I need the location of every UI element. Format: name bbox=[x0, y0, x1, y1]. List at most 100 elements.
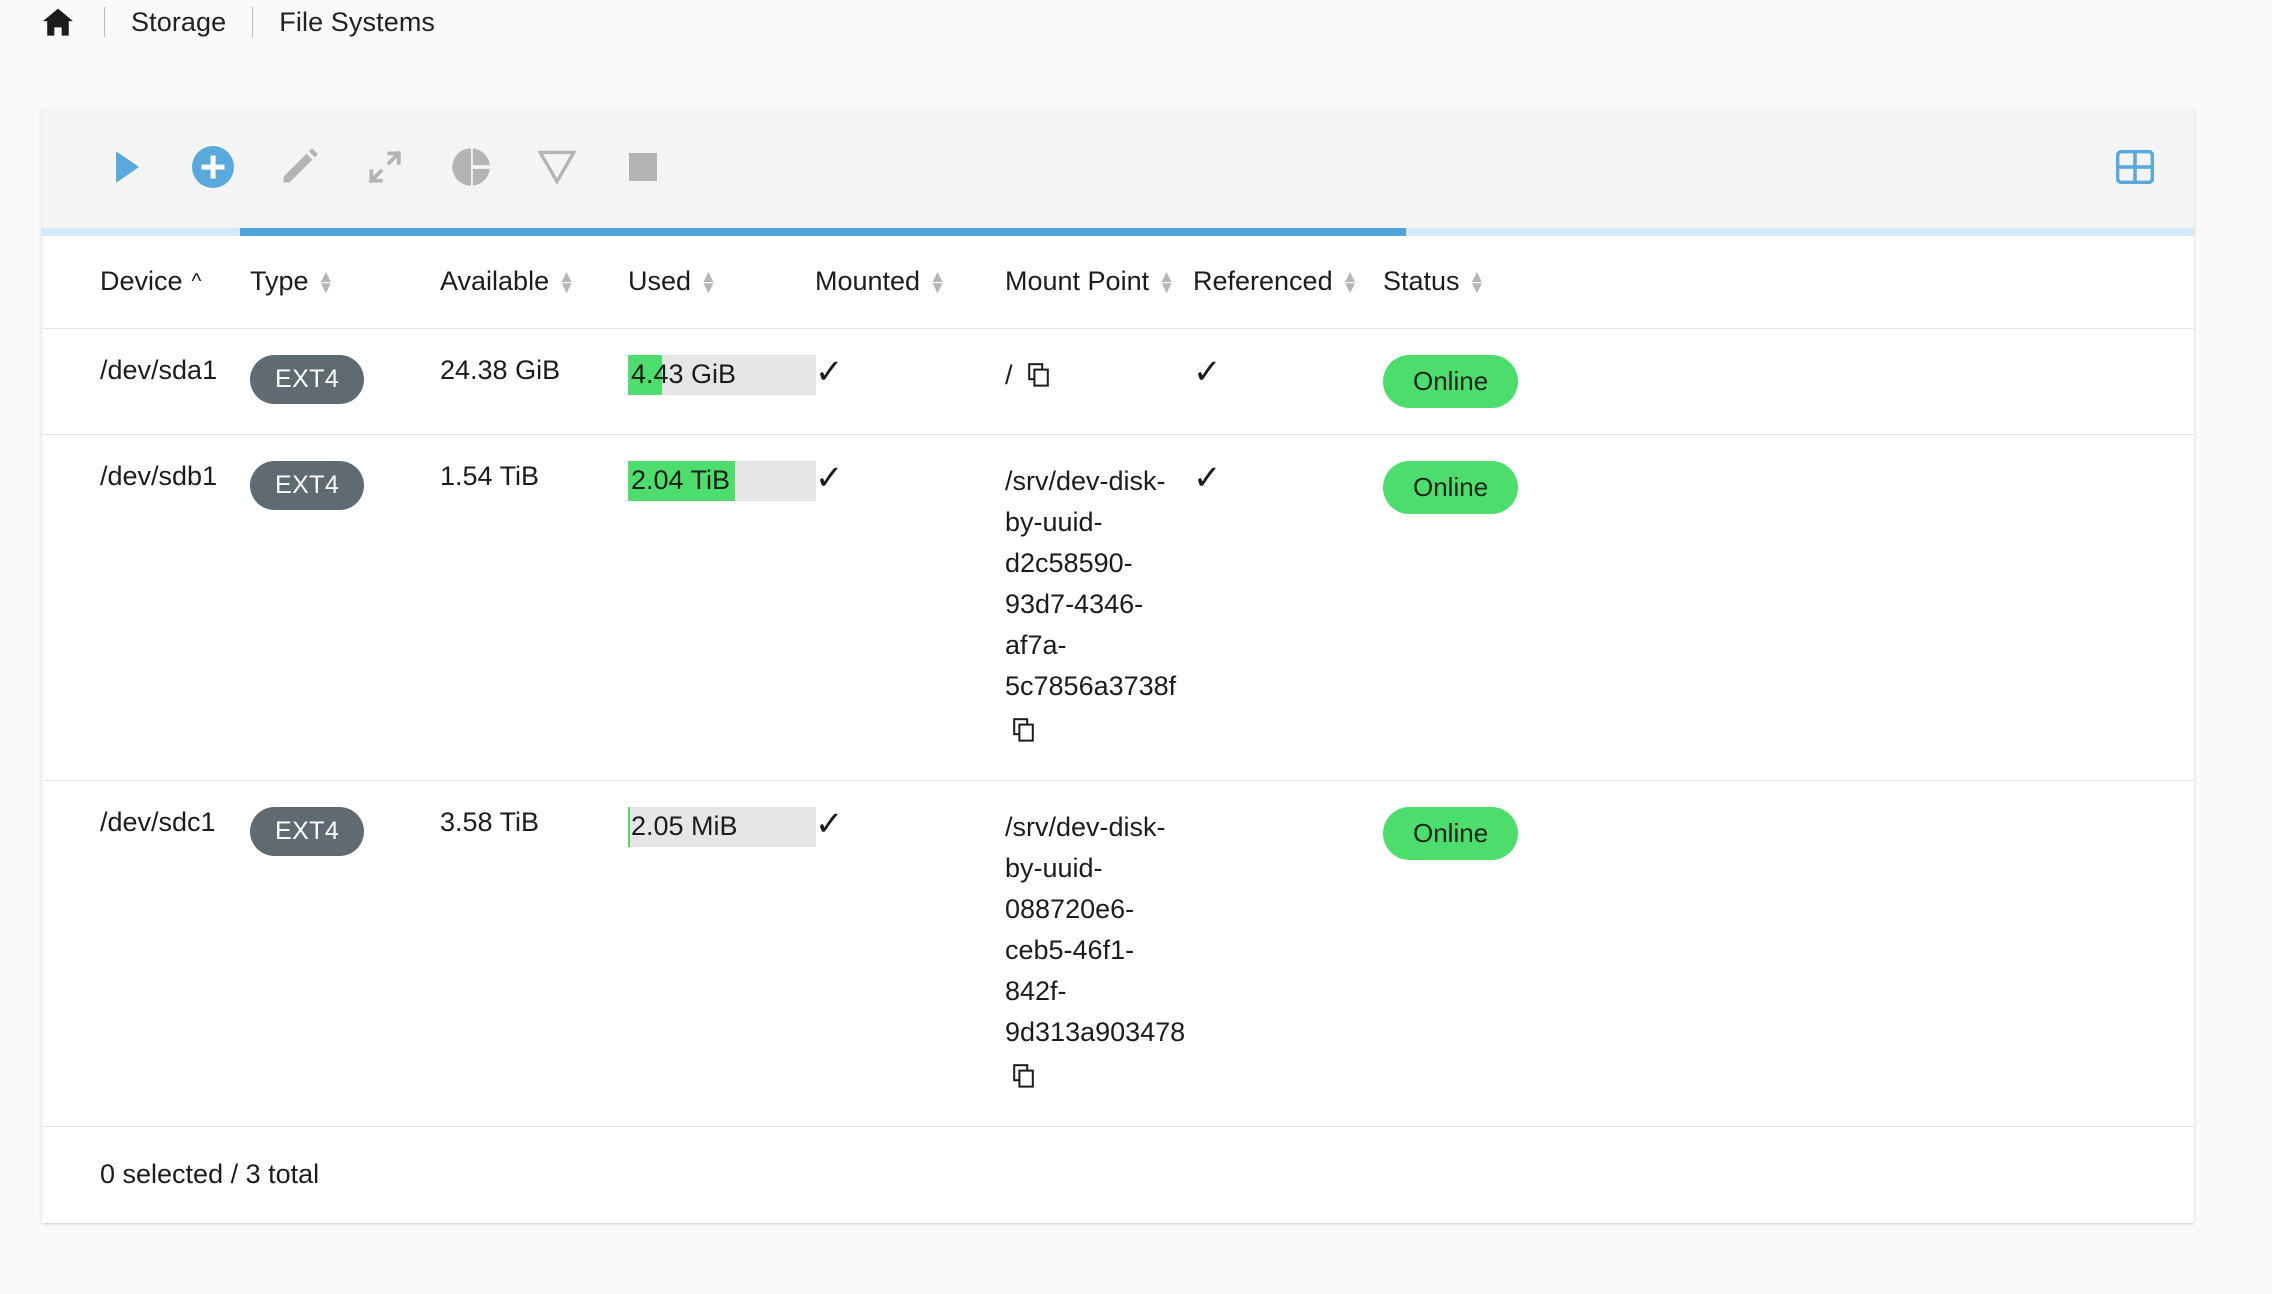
cell-status: Online bbox=[1383, 434, 2194, 781]
mount-point-text-wrapper: /srv/dev-disk-by-uuid-d2c58590-93d7-4346… bbox=[1005, 461, 1191, 754]
cell-used: 4.43 GiB bbox=[628, 328, 816, 435]
column-header-mounted[interactable]: Mounted ▲ ▼ bbox=[815, 236, 1005, 328]
cell-used: 2.05 MiB bbox=[628, 780, 816, 1127]
usage-bar: 4.43 GiB bbox=[628, 354, 816, 395]
usage-bar-label: 2.04 TiB bbox=[631, 465, 731, 495]
breadcrumb: Storage File Systems bbox=[0, 0, 2272, 44]
cell-mount-point: /srv/dev-disk-by-uuid-088720e6-ceb5-46f1… bbox=[1005, 780, 1193, 1127]
pie-chart-icon bbox=[451, 147, 491, 190]
cell-referenced bbox=[1193, 780, 1383, 1127]
cell-referenced: ✓ bbox=[1193, 328, 1383, 435]
file-systems-table: Device ^ Type ▲ ▼ Available ▲ ▼ Used ▲ ▼… bbox=[42, 236, 2194, 1127]
column-header-status[interactable]: Status ▲ ▼ bbox=[1383, 236, 2194, 328]
usage-bar: 2.04 TiB bbox=[628, 460, 816, 501]
sort-toggle-icon: ▲ ▼ bbox=[317, 266, 335, 297]
sort-toggle-icon: ▲ ▼ bbox=[1341, 266, 1359, 297]
cell-status: Online bbox=[1383, 780, 2194, 1127]
column-header-used[interactable]: Used ▲ ▼ bbox=[628, 236, 815, 328]
table-footer: 0 selected / 3 total bbox=[42, 1126, 2194, 1223]
status-badge: Online bbox=[1383, 460, 1519, 514]
cell-available: 1.54 TiB bbox=[440, 434, 628, 781]
cell-available: 3.58 TiB bbox=[440, 780, 628, 1127]
status-badge: Online bbox=[1383, 806, 1519, 860]
loading-progress-segment bbox=[239, 228, 1407, 236]
unmount-button[interactable] bbox=[534, 145, 580, 191]
breadcrumb-divider-2 bbox=[252, 7, 254, 37]
create-button[interactable] bbox=[190, 145, 236, 191]
copy-icon[interactable] bbox=[1013, 1059, 1191, 1100]
table-row[interactable]: /dev/sda1 EXT4 24.38 GiB 4.43 GiB ✓ / ✓ … bbox=[42, 328, 2194, 435]
selection-summary: 0 selected / 3 total bbox=[100, 1159, 320, 1190]
cell-mount-point: / bbox=[1005, 328, 1193, 435]
table-body: /dev/sda1 EXT4 24.38 GiB 4.43 GiB ✓ / ✓ … bbox=[42, 328, 2194, 1127]
cell-status: Online bbox=[1383, 328, 2194, 435]
play-icon bbox=[112, 150, 142, 187]
toolbar-actions bbox=[104, 145, 666, 191]
sort-toggle-icon: ▲ ▼ bbox=[929, 266, 946, 297]
cell-mounted: ✓ bbox=[815, 780, 1005, 1127]
table-row[interactable]: /dev/sdb1 EXT4 1.54 TiB 2.04 TiB ✓ /srv/… bbox=[42, 434, 2194, 781]
sort-toggle-icon: ▲ ▼ bbox=[700, 266, 717, 297]
column-header-type[interactable]: Type ▲ ▼ bbox=[250, 236, 440, 328]
type-badge: EXT4 bbox=[250, 460, 365, 510]
grid-table-icon bbox=[2115, 149, 2155, 187]
type-badge: EXT4 bbox=[250, 806, 365, 856]
copy-icon[interactable] bbox=[1028, 358, 1050, 399]
column-label-used: Used bbox=[628, 266, 692, 297]
stop-button[interactable] bbox=[620, 145, 666, 191]
mount-point-text-wrapper: / bbox=[1005, 355, 1191, 399]
usage-bar-label: 2.05 MiB bbox=[631, 811, 738, 842]
mount-point-text: /srv/dev-disk-by-uuid-088720e6-ceb5-46f1… bbox=[1005, 811, 1186, 1047]
mount-point-text: /srv/dev-disk-by-uuid-d2c58590-93d7-4346… bbox=[1005, 465, 1177, 701]
quota-button[interactable] bbox=[448, 145, 494, 191]
column-header-mount-point[interactable]: Mount Point ▲ ▼ bbox=[1005, 236, 1193, 328]
sort-toggle-icon: ▲ ▼ bbox=[1158, 266, 1175, 297]
edit-button[interactable] bbox=[276, 145, 322, 191]
pencil-icon bbox=[280, 147, 318, 189]
cell-type: EXT4 bbox=[250, 434, 440, 781]
column-settings-button[interactable] bbox=[2112, 145, 2158, 191]
file-systems-card: Device ^ Type ▲ ▼ Available ▲ ▼ Used ▲ ▼… bbox=[42, 108, 2194, 1223]
column-label-available: Available bbox=[440, 266, 550, 297]
column-label-referenced: Referenced bbox=[1193, 266, 1333, 297]
table-header-row: Device ^ Type ▲ ▼ Available ▲ ▼ Used ▲ ▼… bbox=[42, 236, 2194, 328]
check-icon: ✓ bbox=[815, 804, 844, 843]
column-header-device[interactable]: Device ^ bbox=[42, 236, 250, 328]
cell-mount-point: /srv/dev-disk-by-uuid-d2c58590-93d7-4346… bbox=[1005, 434, 1193, 781]
column-header-available[interactable]: Available ▲ ▼ bbox=[440, 236, 628, 328]
type-badge: EXT4 bbox=[250, 354, 365, 404]
home-icon[interactable] bbox=[38, 7, 78, 37]
cell-mounted: ✓ bbox=[815, 328, 1005, 435]
table-header: Device ^ Type ▲ ▼ Available ▲ ▼ Used ▲ ▼… bbox=[42, 236, 2194, 328]
copy-icon[interactable] bbox=[1013, 713, 1191, 754]
column-label-device: Device bbox=[100, 266, 183, 297]
cell-available: 24.38 GiB bbox=[440, 328, 628, 435]
usage-bar-label: 4.43 GiB bbox=[631, 359, 737, 389]
breadcrumb-item-file-systems[interactable]: File Systems bbox=[279, 7, 435, 38]
cell-used: 2.04 TiB bbox=[628, 434, 816, 781]
cell-device: /dev/sda1 bbox=[42, 328, 250, 435]
check-icon: ✓ bbox=[815, 458, 844, 497]
column-label-mount-point: Mount Point bbox=[1005, 266, 1150, 297]
cell-referenced: ✓ bbox=[1193, 434, 1383, 781]
cell-device: /dev/sdc1 bbox=[42, 780, 250, 1127]
triangle-down-icon bbox=[537, 150, 577, 187]
usage-bar: 2.05 MiB bbox=[628, 806, 816, 847]
sort-toggle-icon: ▲ ▼ bbox=[558, 266, 575, 297]
sort-toggle-icon: ▲ ▼ bbox=[1468, 266, 1486, 297]
table-row[interactable]: /dev/sdc1 EXT4 3.58 TiB 2.05 MiB ✓ /srv/… bbox=[42, 780, 2194, 1127]
breadcrumb-divider-1 bbox=[104, 7, 105, 37]
column-header-referenced[interactable]: Referenced ▲ ▼ bbox=[1193, 236, 1383, 328]
plus-circle-icon bbox=[192, 145, 234, 191]
resize-button[interactable] bbox=[362, 145, 408, 191]
column-label-status: Status bbox=[1383, 266, 1460, 297]
mount-point-text-wrapper: /srv/dev-disk-by-uuid-088720e6-ceb5-46f1… bbox=[1005, 807, 1191, 1100]
check-icon: ✓ bbox=[815, 352, 844, 391]
breadcrumb-item-storage[interactable]: Storage bbox=[131, 7, 226, 38]
table-toolbar bbox=[42, 108, 2194, 228]
mount-point-text: / bbox=[1005, 359, 1013, 390]
cell-device: /dev/sdb1 bbox=[42, 434, 250, 781]
cell-mounted: ✓ bbox=[815, 434, 1005, 781]
mount-button[interactable] bbox=[104, 145, 150, 191]
check-icon: ✓ bbox=[1193, 352, 1222, 391]
